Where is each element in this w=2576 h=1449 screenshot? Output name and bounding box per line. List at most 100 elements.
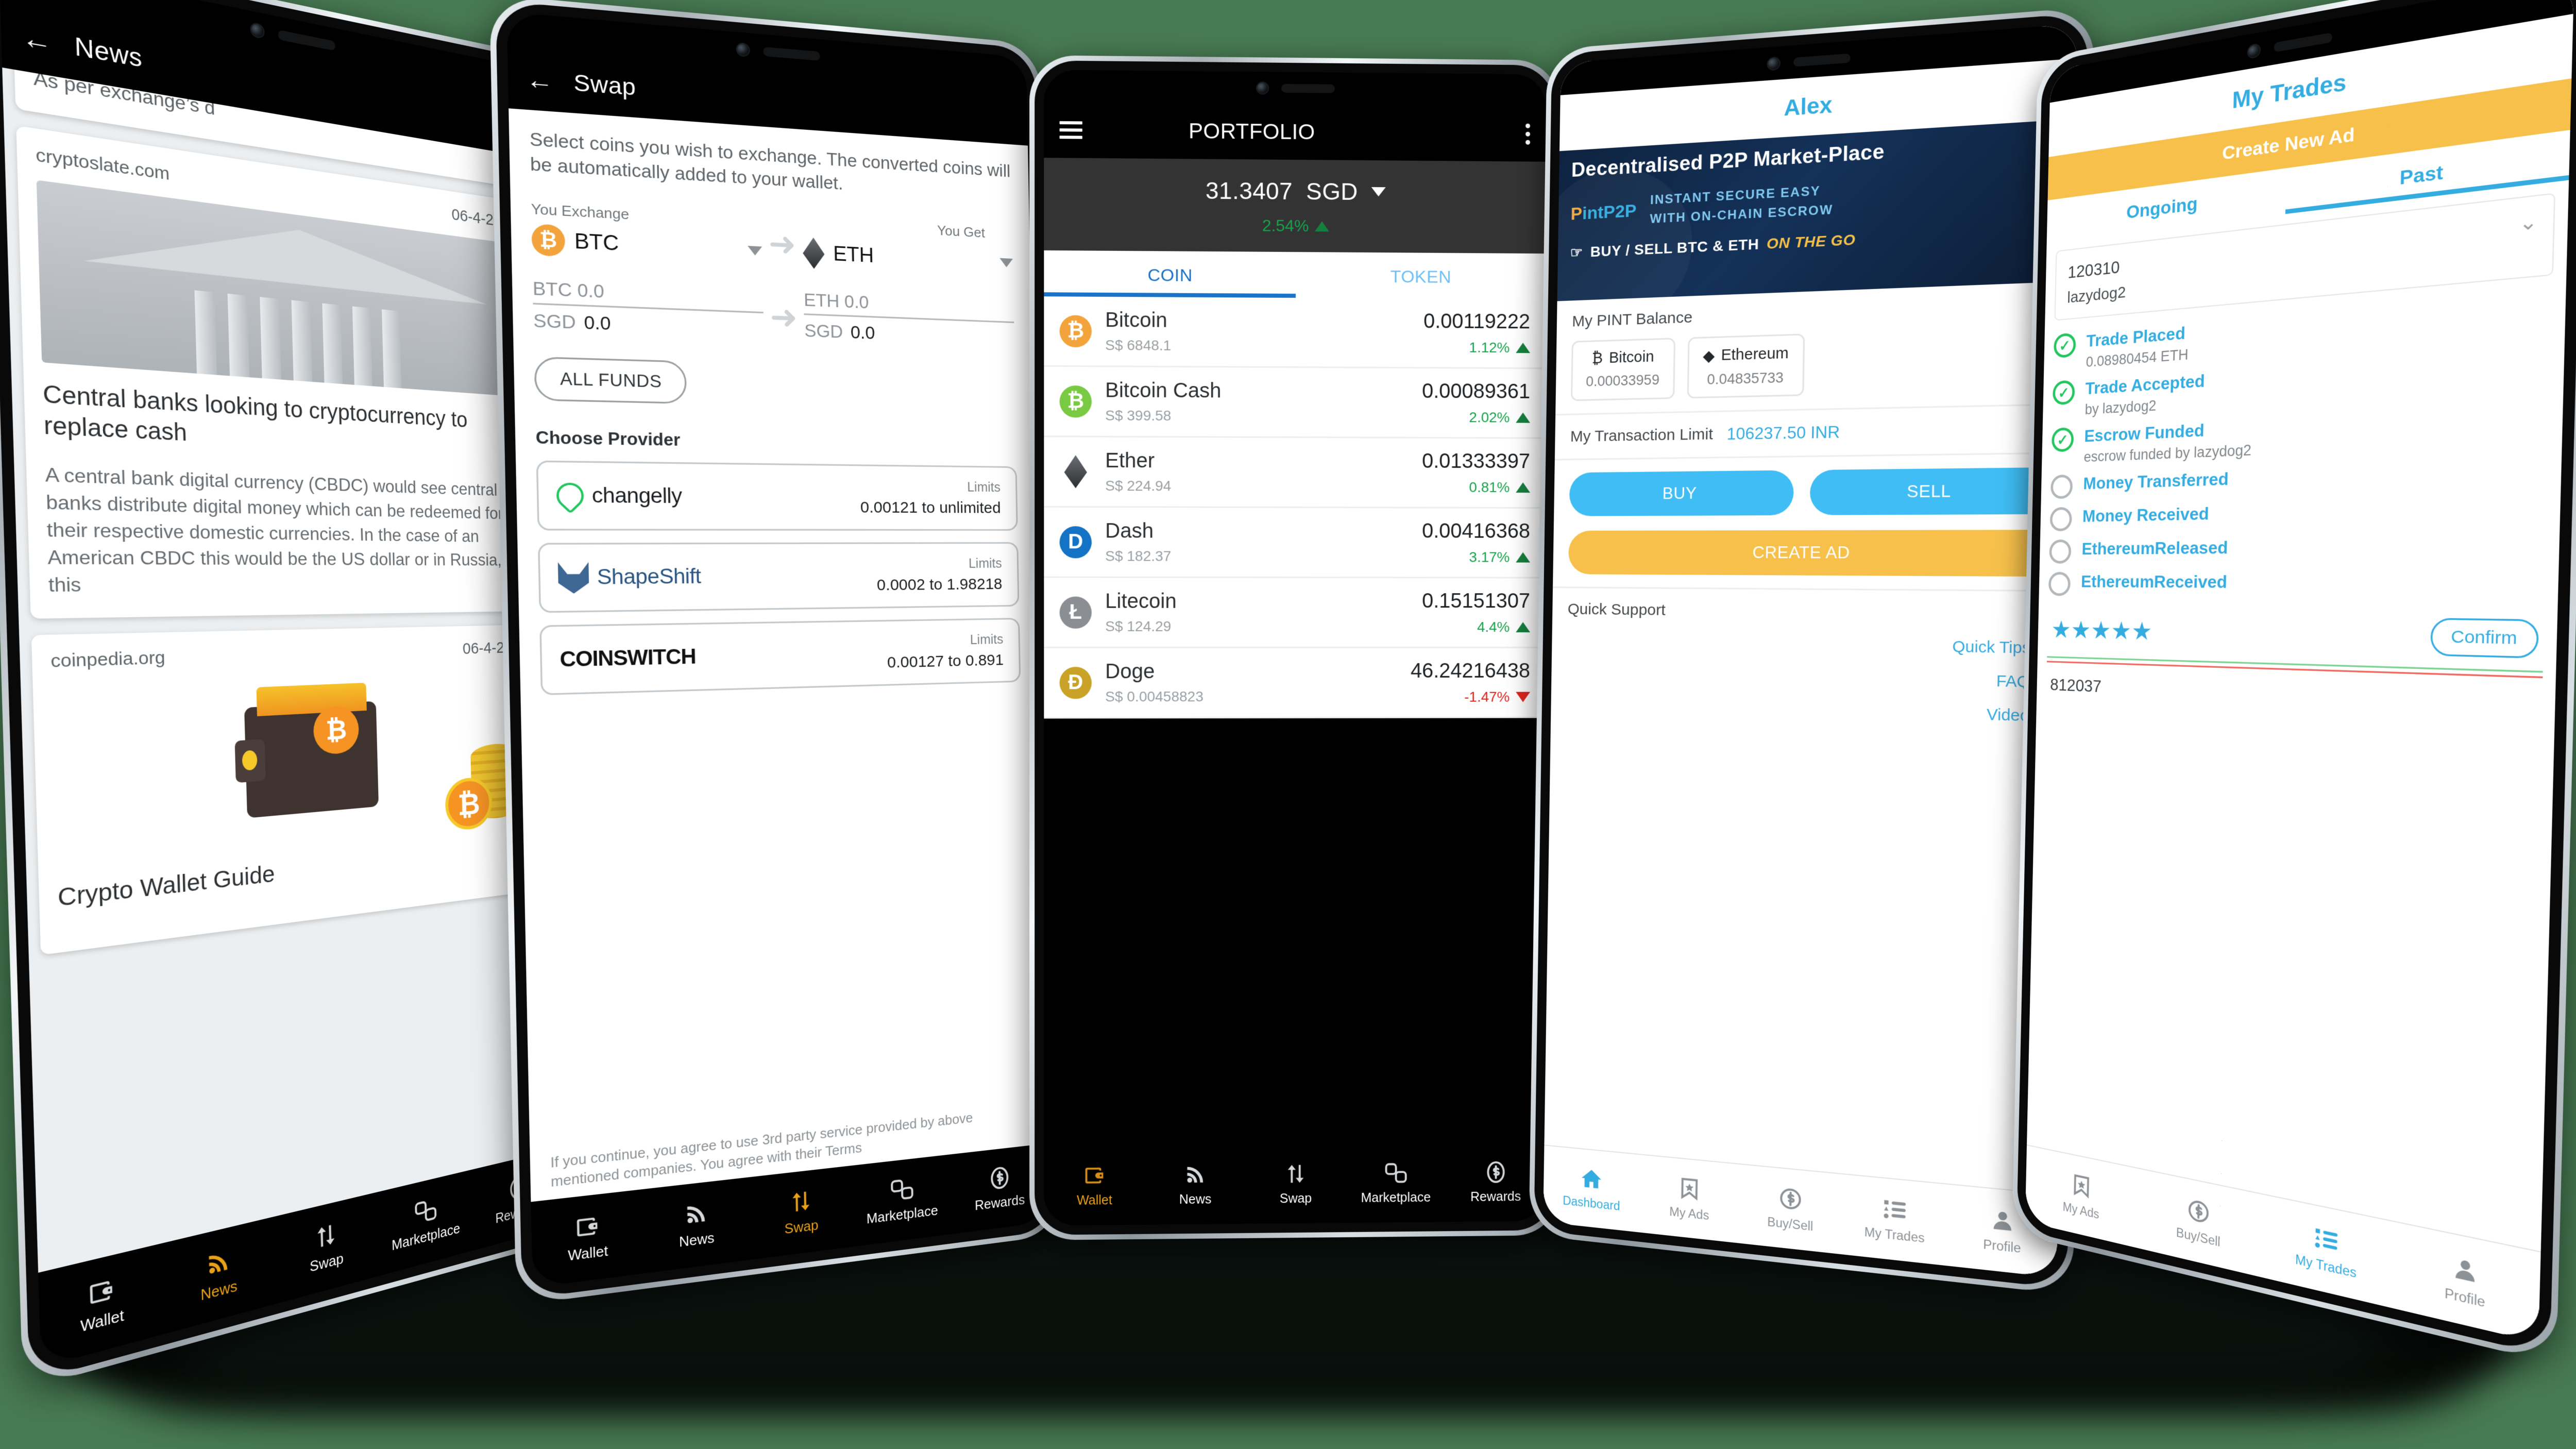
camera-icon	[2247, 44, 2260, 58]
table-row[interactable]: ₿ Bitcoin Cash S$ 399.58 0.00089361 2.02…	[1044, 366, 1546, 439]
my-trades-screen: My Trades Create New Ad Ongoing Past 120…	[2025, 0, 2574, 1343]
confirm-button[interactable]: Confirm	[2430, 618, 2539, 659]
tab-news[interactable]: News	[1145, 1162, 1245, 1208]
news-card[interactable]: cryptoslate.com 06-4-2019 Central banks …	[16, 125, 540, 619]
table-row[interactable]: D Dash S$ 182.37 0.00416368 3.17%	[1044, 507, 1546, 579]
ethereum-icon	[1064, 455, 1087, 488]
triangle-up-icon	[1516, 482, 1530, 493]
tab-swap[interactable]: Swap	[273, 1210, 378, 1285]
tab-wallet[interactable]: Wallet	[1044, 1163, 1145, 1208]
provider-limits: Limits 0.00127 to 0.891	[887, 632, 1004, 672]
rss-icon	[1187, 1167, 1204, 1183]
ethereum-icon	[803, 237, 825, 269]
coin-info: Bitcoin Cash S$ 399.58	[1105, 379, 1409, 425]
banner-footer-plain: BUY / SELL BTC & ETH	[1590, 235, 1759, 260]
step-body: Trade Accepted by lazydog2	[2084, 371, 2205, 418]
tab-wallet[interactable]: Wallet	[39, 1263, 162, 1347]
rss-icon	[209, 1252, 228, 1274]
create-ad-button[interactable]: CREATE AD	[1568, 530, 2052, 577]
provider-changelly[interactable]: changelly Limits 0.00121 to unlimited	[536, 461, 1018, 531]
news-list[interactable]: by a whopping 950 percent over the past …	[2, 68, 562, 1273]
coin-name: Ethereum	[1721, 345, 1789, 364]
bottom-tabbar[interactable]: Wallet News Swap Marketplace Rewards	[1044, 1143, 1546, 1226]
swap-body: Select coins you wish to exchange. The c…	[509, 108, 1047, 1202]
table-row[interactable]: Ł Litecoin S$ 124.29 0.15151307 4.4%	[1044, 578, 1546, 649]
tab-label: My Ads	[1669, 1204, 1709, 1223]
tab-label: Rewards	[974, 1192, 1025, 1214]
fox-icon	[558, 562, 589, 594]
portfolio-total-card[interactable]: 31.3407 SGD 2.54%	[1044, 158, 1546, 254]
table-row[interactable]: Ð Doge S$ 0.00458823 46.24216438 -1.47%	[1044, 648, 1546, 719]
kebab-menu-icon[interactable]	[1526, 123, 1530, 145]
tab-buy-sell[interactable]: Buy/Sell	[1739, 1182, 1843, 1237]
portfolio-screen: PORTFOLIO 31.3407 SGD 2.54% COIN TOKEN ₿…	[1044, 70, 1546, 1226]
tab-marketplace[interactable]: Marketplace	[377, 1187, 473, 1258]
person-icon	[2455, 1259, 2475, 1283]
provider-shapeshift[interactable]: ShapeShift Limits 0.0002 to 1.98218	[537, 542, 1020, 613]
coin-price: S$ 224.94	[1105, 477, 1172, 494]
tab-news[interactable]: News	[642, 1195, 750, 1255]
balance-label: My PINT Balance	[1572, 308, 1693, 330]
limits-label: Limits	[970, 632, 1004, 648]
balance-card-ethereum[interactable]: ◆ Ethereum 0.04835733	[1687, 333, 1805, 399]
sell-button[interactable]: SELL	[1809, 467, 2053, 515]
tab-profile[interactable]: Profile	[2394, 1241, 2540, 1323]
litecoin-icon: Ł	[1059, 596, 1092, 629]
tab-label: Wallet	[1076, 1193, 1112, 1208]
back-arrow-icon[interactable]: ←	[526, 64, 553, 96]
triangle-up-icon	[1315, 221, 1330, 231]
portfolio-total[interactable]: 31.3407 SGD	[1206, 177, 1386, 206]
change-value: 1.12%	[1469, 339, 1510, 356]
provider-coinswitch[interactable]: COINSWITCH Limits 0.00127 to 0.891	[539, 618, 1021, 696]
coin-values: 0.00119222 1.12%	[1423, 310, 1530, 356]
coin-name: Doge	[1105, 660, 1155, 683]
tab-marketplace[interactable]: Marketplace	[1346, 1161, 1446, 1206]
tab-label: Profile	[1983, 1237, 2021, 1256]
coin-info: Doge S$ 0.00458823	[1105, 660, 1397, 705]
bitcoin-icon: ₿	[1059, 315, 1092, 347]
tab-wallet[interactable]: Wallet	[531, 1208, 643, 1269]
tab-coin[interactable]: COIN	[1044, 250, 1296, 298]
tab-dashboard[interactable]: Dashboard	[1544, 1162, 1640, 1216]
hamburger-icon[interactable]	[1059, 121, 1082, 139]
chevron-down-icon[interactable]	[1371, 187, 1386, 197]
promo-banner[interactable]: Decentralised P2P Market-Place PintP2P I…	[1557, 119, 2076, 301]
balance-card-bitcoin[interactable]: ₿ Bitcoin 0.00033959	[1571, 338, 1675, 401]
rocket-icon	[551, 477, 589, 514]
tab-swap[interactable]: Swap	[749, 1183, 852, 1242]
table-row[interactable]: Ether S$ 224.94 0.01333397 0.81%	[1044, 437, 1546, 509]
tab-my-trades[interactable]: My Trades	[1842, 1192, 1948, 1249]
coin-name: Ether	[1105, 449, 1155, 473]
chevron-down-icon[interactable]	[748, 246, 762, 256]
limit-value: 106237.50 INR	[1726, 423, 1840, 444]
all-funds-button[interactable]: ALL FUNDS	[534, 357, 687, 405]
back-arrow-icon[interactable]: ←	[21, 20, 53, 58]
tab-token[interactable]: TOKEN	[1296, 252, 1546, 299]
to-coin-select[interactable]: ETH	[803, 237, 1013, 278]
chevron-down-icon[interactable]	[999, 258, 1013, 268]
tab-marketplace[interactable]: Marketplace	[852, 1172, 952, 1229]
tab-my-ads[interactable]: My Ads	[2025, 1162, 2139, 1231]
news-card[interactable]: coinpedia.org 06-4-2019 ₿ ₿ Crypto Walle…	[31, 625, 547, 955]
trade-id: 120310	[2067, 257, 2120, 282]
chevron-down-icon[interactable]: ⌄	[2519, 210, 2538, 236]
list-icon	[1884, 1200, 1906, 1219]
from-coin-select[interactable]: ₿ BTC	[531, 224, 762, 266]
tab-my-trades[interactable]: My Trades	[2260, 1212, 2395, 1290]
tab-label: Swap	[309, 1251, 344, 1275]
tab-my-ads[interactable]: My Ads	[1640, 1172, 1740, 1226]
step-body: Escrow Funded escrow funded by lazydog2	[2083, 418, 2252, 466]
tab-news[interactable]: News	[161, 1236, 274, 1315]
step-title: EthereumReceived	[2080, 571, 2228, 592]
ethereum-icon: ◆	[1702, 347, 1715, 365]
coin-list[interactable]: ₿ Bitcoin S$ 6848.1 0.00119222 1.12% ₿ B…	[1044, 296, 1546, 719]
star-rating[interactable]: ★★★★★	[2051, 615, 2153, 646]
tab-swap[interactable]: Swap	[1246, 1161, 1346, 1207]
buy-button[interactable]: BUY	[1569, 470, 1794, 516]
from-coin-symbol: BTC	[574, 229, 619, 256]
portfolio-tabs[interactable]: COIN TOKEN	[1044, 250, 1546, 299]
provider-limits: Limits 0.00121 to unlimited	[860, 479, 1001, 517]
tab-buy-sell[interactable]: Buy/Sell	[2138, 1186, 2261, 1259]
table-row[interactable]: ₿ Bitcoin S$ 6848.1 0.00119222 1.12%	[1044, 296, 1546, 369]
coin-price: S$ 182.37	[1105, 548, 1172, 564]
